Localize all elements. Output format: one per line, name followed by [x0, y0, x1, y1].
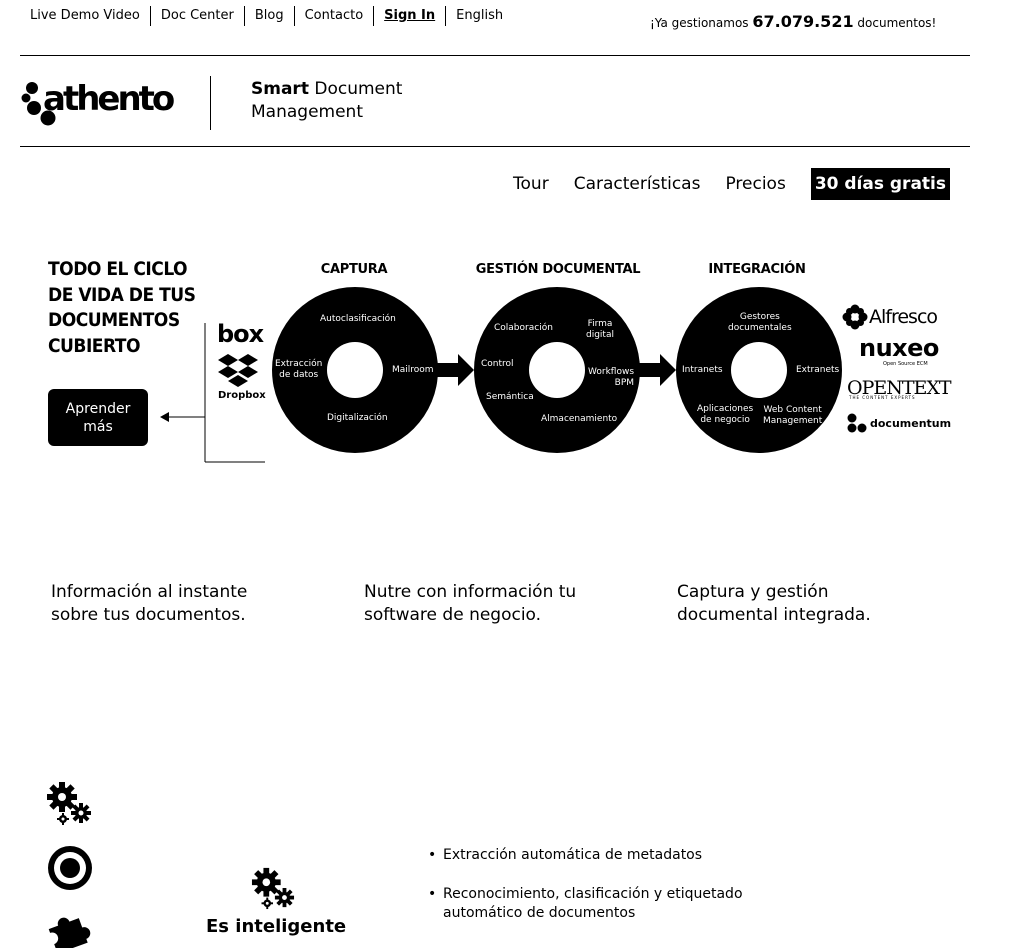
learn-more-button[interactable]: Aprender más: [48, 389, 148, 446]
feature-title: Es inteligente: [206, 916, 347, 937]
arrow-right-icon: [436, 354, 474, 386]
documentum-logo: documentum: [847, 413, 951, 433]
wheel-label: Web Content Management: [763, 405, 823, 426]
wheel-center: [327, 342, 383, 398]
wheel-label: Almacenamiento: [541, 414, 618, 424]
top-link-doc-center[interactable]: Doc Center: [151, 6, 245, 26]
learn-more-line: Aprender: [65, 400, 131, 417]
captura-wheel: Autoclasificación Extracción de datos Mai…: [272, 287, 438, 453]
column-text: Nutre con información tu: [364, 582, 577, 602]
wheel-label: Aplicaciones de negocio: [697, 404, 754, 425]
alfresco-text: Alfresco: [869, 306, 938, 328]
tagline-bold: Smart: [251, 79, 309, 99]
wheel-label: Colaboración: [494, 323, 553, 333]
bullet-item: Extracción automática de metadatos: [428, 846, 808, 865]
top-link-demo-video[interactable]: Live Demo Video: [20, 6, 151, 26]
target-icon[interactable]: [47, 845, 93, 891]
column-text: software de negocio.: [364, 605, 542, 625]
gestion-title: GESTIÓN DOCUMENTAL: [475, 262, 641, 277]
gears-icon[interactable]: [45, 780, 93, 826]
integracion-wheel: Gestores documentales Intranets Extranets…: [676, 287, 842, 453]
puzzle-icon[interactable]: [47, 908, 93, 948]
wheel-label: Mailroom: [392, 365, 434, 375]
column-text: sobre tus documentos.: [51, 605, 246, 625]
counter-number: 67.079.521: [752, 12, 854, 31]
nav-caracteristicas[interactable]: Características: [574, 174, 701, 194]
column-text: Información al instante: [51, 582, 248, 602]
logo-wordmark: athento: [43, 79, 174, 119]
documentum-icon: [847, 413, 867, 433]
learn-more-line: más: [83, 418, 113, 435]
wheel-label: Gestores documentales: [728, 312, 792, 333]
wheel-label: Extranets: [796, 365, 840, 375]
wheel-center: [731, 342, 787, 398]
wheel-label: Workflows BPM: [588, 367, 635, 388]
nav-tour[interactable]: Tour: [513, 174, 549, 194]
top-link-blog[interactable]: Blog: [245, 6, 295, 26]
column-instant-info: Información al instante sobre tus docume…: [51, 581, 331, 627]
gears-icon: [251, 867, 295, 910]
dropbox-icon: [218, 354, 258, 387]
captura-title: CAPTURA: [320, 262, 388, 277]
column-capture-management: Captura y gestión documental integrada.: [677, 581, 957, 627]
documentum-text: documentum: [870, 416, 952, 430]
gestion-wheel: Colaboración Firma digital Control Workfl…: [474, 287, 640, 453]
header-divider-bottom: [20, 146, 970, 147]
nav-precios[interactable]: Precios: [725, 174, 785, 194]
feature-bullets: Extracción automática de metadatos Recon…: [428, 846, 808, 943]
bullet-item: Reconocimiento, clasificación y etiqueta…: [428, 885, 808, 923]
counter-suffix: documentos!: [857, 16, 937, 30]
athento-logo[interactable]: athento: [20, 74, 180, 128]
wheel-label: Extracción de datos: [275, 359, 323, 380]
sign-in-link[interactable]: Sign In: [374, 6, 447, 26]
wheel-label: Intranets: [682, 365, 723, 375]
top-nav: Live Demo Video Doc Center Blog Contacto…: [20, 6, 513, 26]
wheel-center: [529, 342, 585, 398]
tagline-word: Document: [314, 79, 403, 99]
wheel-label: Control: [481, 359, 514, 369]
document-counter: ¡Ya gestionamos 67.079.521 documentos!: [650, 12, 936, 31]
tagline-word-2: Management: [251, 102, 363, 122]
main-nav: Tour Características Precios 30 días gra…: [488, 168, 950, 200]
alfresco-logo: Alfresco: [842, 304, 938, 330]
wheel-label: Autoclasificación: [320, 314, 396, 324]
left-arrow-icon: [160, 412, 169, 422]
header-separator: [210, 76, 211, 130]
counter-prefix: ¡Ya gestionamos: [650, 16, 749, 30]
dropbox-label: Dropbox: [218, 390, 266, 401]
nuxeo-logo: nuxeo: [859, 334, 939, 362]
top-link-contacto[interactable]: Contacto: [295, 6, 375, 26]
column-business-software: Nutre con información tu software de neg…: [364, 581, 644, 627]
arrow-right-icon: [638, 354, 676, 386]
cycle-title-line: TODO EL CICLO: [48, 258, 188, 280]
column-text: documental integrada.: [677, 605, 871, 625]
wheel-label: Firma digital: [586, 319, 614, 340]
wheel-label: Semántica: [486, 392, 534, 402]
wheel-label: Digitalización: [327, 413, 388, 423]
nuxeo-subtext: Open Source ECM: [883, 361, 928, 367]
column-text: Captura y gestión: [677, 582, 829, 602]
alfresco-flower-icon: [842, 304, 868, 330]
tagline: Smart Document Management: [251, 78, 402, 124]
free-trial-button[interactable]: 30 días gratis: [810, 168, 950, 200]
header-divider-top: [20, 55, 970, 56]
cycle-title-line: DE VIDA DE TUS: [48, 283, 196, 306]
language-link[interactable]: English: [446, 6, 513, 26]
opentext-subtext: THE CONTENT EXPERTS: [849, 395, 916, 400]
athento-logo-mark: athento: [21, 79, 177, 126]
integracion-title: INTEGRACIÓN: [708, 262, 806, 277]
box-logo: box: [217, 320, 264, 348]
